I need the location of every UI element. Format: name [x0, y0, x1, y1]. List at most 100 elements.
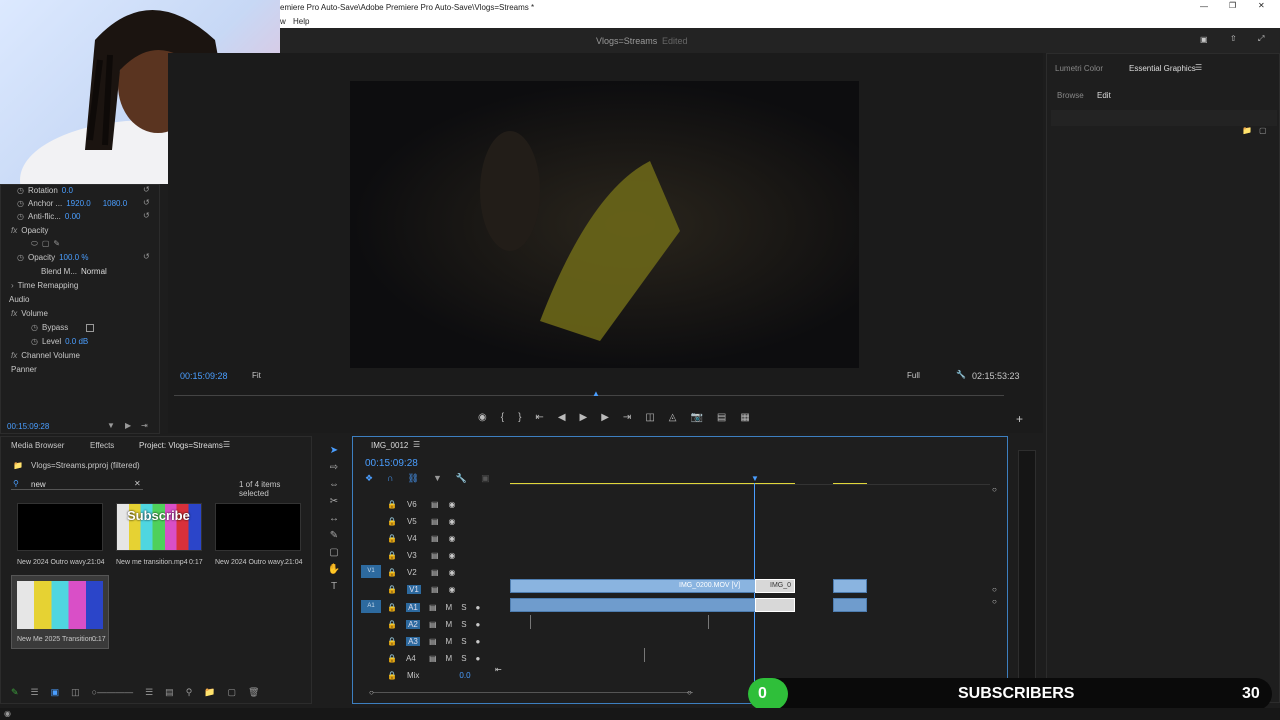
media-thumbnail[interactable] [17, 503, 103, 551]
mute-button[interactable]: M [446, 637, 453, 646]
lock-icon[interactable]: 🔒 [387, 620, 397, 629]
sync-icon[interactable]: ▤ [431, 551, 439, 560]
insert-icon[interactable]: ▤ [717, 412, 726, 423]
media-thumbnail[interactable] [215, 503, 301, 551]
mark-out-icon[interactable]: } [518, 412, 521, 423]
eye-icon[interactable]: ◉ [449, 551, 456, 560]
ripple-edit-tool-icon[interactable]: ⇔ [329, 479, 339, 490]
reset-icon[interactable]: ↺ [143, 252, 150, 261]
reset-icon[interactable]: ↺ [143, 185, 150, 194]
timeline-zoom-scrollbar[interactable] [373, 692, 693, 693]
sync-icon[interactable]: ▤ [429, 637, 437, 646]
bypass-checkbox[interactable] [86, 323, 95, 332]
sync-icon[interactable]: ▤ [431, 585, 439, 594]
track-name[interactable]: A3 [405, 636, 420, 646]
scroll-handle-left[interactable]: ○ [369, 688, 374, 697]
automate-icon[interactable]: ▤ [165, 687, 174, 698]
mix-end-icon[interactable]: ⇤ [495, 665, 502, 674]
sync-icon[interactable]: ▤ [431, 568, 439, 577]
menu-window[interactable]: w [280, 17, 286, 26]
type-tool-icon[interactable]: T [331, 581, 337, 592]
freeform-view-icon[interactable]: ◫ [71, 687, 80, 698]
audio-clip-selected[interactable] [755, 598, 795, 612]
mix-value[interactable]: 0.0 [459, 671, 470, 680]
mic-icon[interactable]: ● [476, 620, 481, 629]
mute-button[interactable]: M [446, 620, 453, 629]
stopwatch-icon[interactable]: ◷ [31, 337, 38, 346]
audio-clip[interactable] [510, 598, 795, 612]
minimize-icon[interactable]: — [1200, 2, 1208, 11]
track-name[interactable]: A2 [405, 619, 420, 629]
selection-tool-icon[interactable]: ➤ [330, 445, 338, 456]
step-back-icon[interactable]: ◀ [558, 412, 566, 423]
go-to-in-icon[interactable]: ⇤ [535, 412, 543, 423]
source-patch-v1[interactable]: V1 [361, 565, 381, 578]
vertical-scroll-handle[interactable]: ○ [992, 597, 997, 606]
scroll-handle-right[interactable]: ○ [687, 688, 692, 697]
solo-button[interactable]: S [461, 637, 466, 646]
filter-icon[interactable]: ▼ [107, 421, 115, 430]
stopwatch-icon[interactable]: ◷ [17, 253, 24, 262]
play-icon[interactable]: ▶ [580, 412, 588, 423]
add-button-icon[interactable]: + [1016, 412, 1023, 426]
fx-icon[interactable]: fx [11, 226, 17, 235]
sync-icon[interactable]: ▤ [431, 517, 439, 526]
effect-timecode[interactable]: 00:15:09:28 [7, 422, 49, 431]
sort-icon[interactable]: ☰ [145, 687, 153, 698]
lock-icon[interactable]: 🔒 [387, 603, 397, 612]
trash-icon[interactable]: 🗑 [248, 687, 259, 698]
video-clip[interactable] [833, 579, 867, 593]
mute-button[interactable]: M [446, 654, 453, 663]
fit-select[interactable]: Fit [252, 371, 261, 380]
quick-export-icon[interactable]: ▣ [1200, 35, 1208, 44]
go-to-out-icon[interactable]: ⇥ [623, 412, 631, 423]
fullscreen-icon[interactable]: ⤢ [1258, 34, 1264, 44]
timeline-timecode[interactable]: 00:15:09:28 [365, 458, 418, 469]
anchor-x-value[interactable]: 1920.0 [66, 199, 90, 208]
antiflicker-value[interactable]: 0.00 [65, 212, 81, 221]
lock-icon[interactable]: 🔒 [387, 534, 397, 543]
lock-icon[interactable]: 🔒 [387, 551, 397, 560]
new-layer-icon[interactable]: ▢ [1259, 126, 1267, 135]
ellipse-mask-icon[interactable]: ⬭ [31, 239, 38, 249]
track-name[interactable]: V1 [406, 584, 421, 594]
rectangle-mask-icon[interactable]: ▢ [42, 239, 50, 248]
timeline-menu-icon[interactable]: ☰ [413, 440, 420, 449]
audio-clip[interactable] [833, 598, 867, 612]
project-menu-icon[interactable]: ☰ [223, 440, 230, 449]
video-clip-selected[interactable]: IMG_0 [755, 579, 795, 593]
lock-icon[interactable]: 🔒 [387, 654, 397, 663]
playhead-marker[interactable]: ▼ [751, 474, 759, 483]
mic-icon[interactable]: ● [476, 654, 481, 663]
slip-tool-icon[interactable]: ↔ [329, 513, 339, 524]
close-icon[interactable]: ✕ [1258, 1, 1265, 10]
tab-edit[interactable]: Edit [1097, 91, 1111, 100]
stopwatch-icon[interactable]: ◷ [17, 212, 24, 221]
track-name[interactable]: A1 [405, 602, 420, 612]
sync-icon[interactable]: ▤ [431, 500, 439, 509]
icon-view-icon[interactable]: ▣ [51, 687, 60, 698]
tab-media-browser[interactable]: Media Browser [11, 441, 64, 450]
sync-icon[interactable]: ▤ [429, 620, 437, 629]
new-item-icon[interactable]: ▢ [228, 687, 237, 698]
play-only-icon[interactable]: ▶ [125, 421, 131, 430]
blend-mode-select[interactable]: Normal [81, 267, 107, 276]
razor-tool-icon[interactable]: ✂ [330, 496, 338, 507]
program-scrubber[interactable] [174, 395, 1004, 396]
snap-icon[interactable]: ∩ [387, 473, 393, 484]
pen-mask-icon[interactable]: ✎ [53, 239, 60, 248]
media-item-selected[interactable]: New Me 2025 Transition... 0:17 [11, 575, 109, 649]
rotation-value[interactable]: 0.0 [62, 186, 73, 195]
pen-tool-icon[interactable]: ✎ [330, 530, 338, 541]
reset-icon[interactable]: ↺ [143, 198, 150, 207]
eye-icon[interactable]: ◉ [449, 517, 456, 526]
hand-tool-icon[interactable]: ✋ [328, 564, 340, 575]
fx-icon[interactable]: fx [11, 309, 17, 318]
stopwatch-icon[interactable]: ◷ [17, 186, 24, 195]
solo-button[interactable]: S [461, 620, 466, 629]
solo-button[interactable]: S [461, 654, 466, 663]
maximize-icon[interactable]: ❐ [1229, 1, 1236, 10]
quality-select[interactable]: Full [907, 371, 920, 380]
lift-icon[interactable]: ◫ [645, 412, 654, 423]
eye-icon[interactable]: ◉ [449, 568, 456, 577]
